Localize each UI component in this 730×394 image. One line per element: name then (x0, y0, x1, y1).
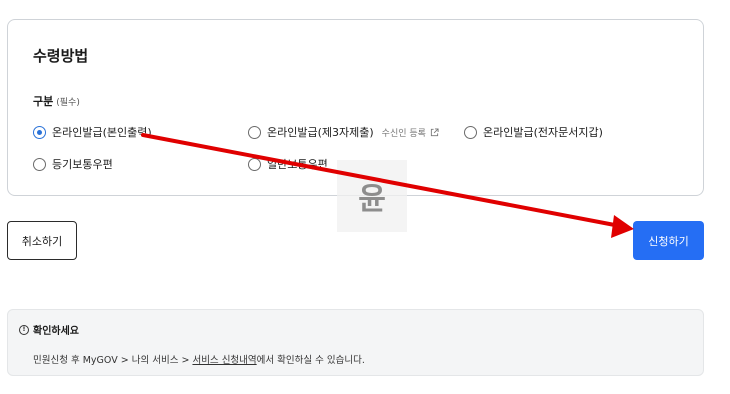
radio-label: 등기보통우편 (52, 158, 113, 171)
radio-unchecked-icon (464, 125, 477, 139)
notice-title: ! 확인하세요 (19, 322, 79, 337)
radio-unchecked-icon (33, 157, 46, 171)
notice-box: ! 확인하세요 민원신청 후 MyGOV > 나의 서비스 > 서비스 신청내역… (7, 309, 704, 376)
radio-label: 온라인발급(제3자제출) (267, 126, 374, 139)
field-label: 구분 (필수) (33, 93, 80, 109)
notice-text: 민원신청 후 MyGOV > 나의 서비스 > 서비스 신청내역에서 확인하실 … (33, 352, 365, 366)
submit-button[interactable]: 신청하기 (633, 221, 704, 260)
notice-text-prefix: 민원신청 후 MyGOV > 나의 서비스 > (33, 355, 193, 366)
radio-label: 온라인발급(전자문서지갑) (483, 126, 603, 139)
radio-label: 일반보통우편 (267, 158, 328, 171)
notice-title-text: 확인하세요 (33, 326, 79, 337)
recipient-register-link[interactable]: 수신인 등록 (382, 126, 439, 139)
info-icon: ! (19, 324, 29, 335)
service-history-link[interactable]: 서비스 신청내역 (192, 355, 256, 366)
radio-online-self-print[interactable]: 온라인발급(본인출력) (33, 124, 152, 140)
radio-checked-icon (33, 125, 46, 139)
required-marker: (필수) (56, 98, 80, 108)
recipient-register-label: 수신인 등록 (381, 128, 426, 139)
notice-text-suffix: 에서 확인하실 수 있습니다. (256, 355, 365, 366)
radio-registered-mail[interactable]: 등기보통우편 (33, 156, 113, 172)
radio-label: 온라인발급(본인출력) (52, 126, 152, 139)
watermark-logo: 윤 (337, 160, 407, 232)
radio-regular-mail[interactable]: 일반보통우편 (248, 156, 328, 172)
external-link-icon (430, 127, 439, 136)
watermark-text: 윤 (358, 182, 386, 217)
cancel-button[interactable]: 취소하기 (7, 221, 77, 260)
radio-unchecked-icon (248, 125, 261, 139)
radio-online-third-party[interactable]: 온라인발급(제3자제출) 수신인 등록 (248, 124, 439, 140)
field-label-text: 구분 (33, 95, 54, 108)
annotation-arrow-head (611, 215, 634, 238)
radio-online-e-wallet[interactable]: 온라인발급(전자문서지갑) (464, 124, 603, 140)
section-title: 수령방법 (33, 47, 89, 65)
radio-unchecked-icon (248, 157, 261, 171)
